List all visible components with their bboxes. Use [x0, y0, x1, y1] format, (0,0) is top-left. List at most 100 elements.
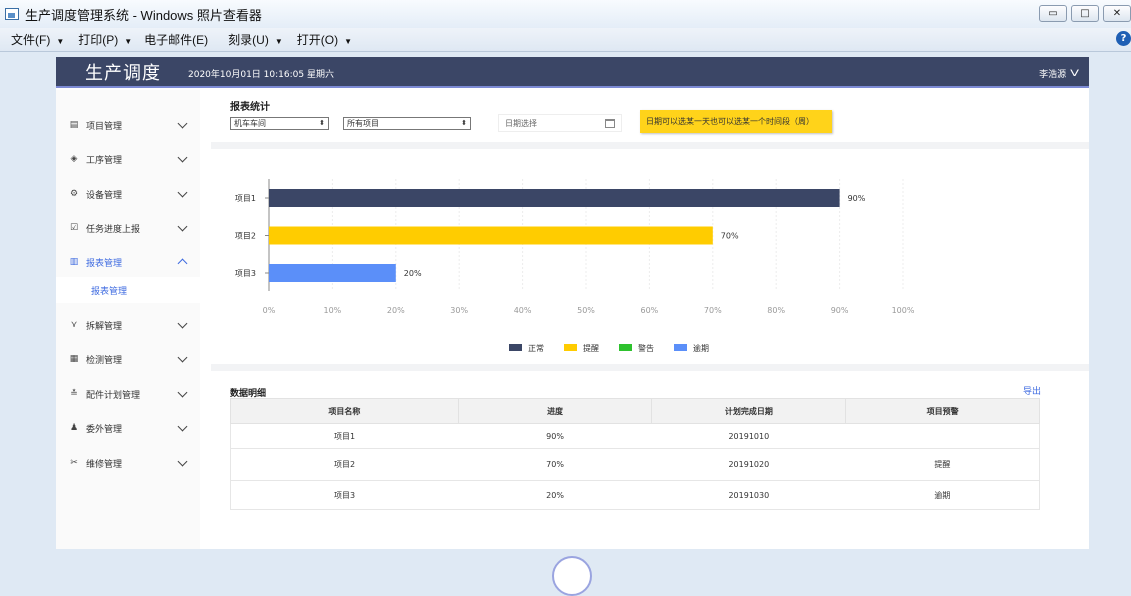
disassemble-icon: ⋎ [70, 320, 78, 330]
clipboard-icon: ☑ [69, 223, 79, 233]
workshop-select[interactable]: 机车车间 ⬍ [230, 117, 329, 130]
sidebar-item-label: 项目管理 [86, 121, 123, 132]
sidebar-item-outsourcing[interactable]: ♟ 委外管理 [56, 416, 200, 440]
chevron-down-icon[interactable] [177, 352, 188, 363]
cell-progress: 20% [458, 480, 652, 510]
slideshow-button[interactable] [552, 556, 592, 596]
x-tick-label: 90% [831, 306, 849, 315]
maximize-button[interactable]: □ [1071, 5, 1099, 22]
bar [269, 264, 396, 282]
chevron-up-icon[interactable] [177, 258, 188, 269]
y-tick-label: 项目1 [235, 194, 256, 203]
close-button[interactable]: ✕ [1103, 5, 1131, 22]
data-label: 90% [848, 194, 866, 203]
chevron-down-icon[interactable] [177, 152, 188, 163]
data-label: 70% [721, 232, 739, 241]
cell-warning: 逾期 [845, 480, 1040, 510]
image-viewport: 生产调度 2020年10月01日 10:16:05 星期六 李浩源 V ▤ 项目… [0, 53, 1131, 563]
main-content: 报表统计 机车车间 ⬍ 所有项目 ⬍ 日期选择 日期可以选某一天也可以选某一个时… [211, 90, 1089, 549]
sidebar-item-progress-report[interactable]: ☑ 任务进度上报 [56, 216, 200, 240]
chevron-down-icon[interactable] [177, 421, 188, 432]
app-screenshot: 生产调度 2020年10月01日 10:16:05 星期六 李浩源 V ▤ 项目… [56, 57, 1089, 549]
sidebar-item-label: 配件计划管理 [86, 390, 141, 401]
cell-progress: 90% [458, 423, 652, 449]
sidebar-item-label: 拆解管理 [86, 321, 123, 332]
chevron-down-icon[interactable] [177, 456, 188, 467]
help-icon[interactable]: ? [1116, 31, 1131, 46]
sidebar-item-label: 委外管理 [86, 424, 123, 435]
chevron-down-icon[interactable] [177, 221, 188, 232]
x-tick-label: 40% [514, 306, 532, 315]
x-tick-label: 20% [387, 306, 405, 315]
filter-panel: 报表统计 机车车间 ⬍ 所有项目 ⬍ 日期选择 日期可以选某一天也可以选某一个时… [211, 90, 1089, 142]
data-table: 项目名称 进度 计划完成日期 项目预警 项目1 90% 20191010 项目2… [230, 398, 1040, 510]
sidebar-item-label: 任务进度上报 [86, 224, 141, 235]
menu-open[interactable]: 打开(O) ▼ [297, 31, 352, 48]
user-menu[interactable]: 李浩源 V [1039, 66, 1079, 81]
legend-swatch [509, 344, 522, 351]
chevron-down-icon[interactable] [177, 387, 188, 398]
col-header: 进度 [457, 398, 653, 424]
person-icon: ♟ [69, 423, 79, 433]
x-tick-label: 60% [641, 306, 659, 315]
export-link[interactable]: 导出 [1023, 384, 1041, 397]
y-tick-label: 项目2 [235, 232, 256, 241]
menu-burn[interactable]: 刻录(U) ▼ [228, 31, 283, 48]
report-title: 报表统计 [230, 102, 270, 113]
sidebar-subitem-reports[interactable]: 报表管理 [56, 277, 200, 303]
col-header: 项目预警 [845, 398, 1040, 424]
legend-label: 提醒 [583, 343, 599, 353]
dropdown-arrow-icon[interactable]: ▼ [56, 37, 64, 46]
sidebar-item-maintenance[interactable]: ✂ 维修管理 [56, 451, 200, 475]
cell-progress: 70% [458, 448, 652, 481]
menu-bar: 文件(F) ▼ 打印(P) ▼ 电子邮件(E) 刻录(U) ▼ 打开(O) ▼ [0, 28, 1131, 52]
list-icon: ▤ [69, 120, 79, 130]
col-header: 计划完成日期 [651, 398, 847, 424]
sidebar-item-process[interactable]: ◈ 工序管理 [56, 147, 200, 171]
x-tick-label: 0% [263, 306, 276, 315]
gear-icon: ⚙ [69, 189, 79, 199]
x-tick-label: 80% [767, 306, 785, 315]
x-tick-label: 50% [577, 306, 595, 315]
sidebar-item-disassembly[interactable]: ⋎ 拆解管理 [56, 313, 200, 337]
sidebar-item-label: 检测管理 [86, 355, 123, 366]
bar [269, 226, 713, 245]
chevron-down-icon[interactable] [177, 118, 188, 129]
window-titlebar: 生产调度管理系统 - Windows 照片查看器 ▭ □ ✕ [0, 0, 1131, 28]
x-tick-label: 10% [324, 306, 342, 315]
cell-date: 20191030 [651, 480, 846, 510]
chevron-down-icon[interactable]: V [1070, 68, 1079, 79]
sidebar-item-project[interactable]: ▤ 项目管理 [56, 113, 200, 137]
sidebar-item-inspection[interactable]: ▦ 检测管理 [56, 347, 200, 371]
calendar-icon[interactable] [605, 119, 615, 128]
minimize-button[interactable]: ▭ [1039, 5, 1067, 22]
sidebar-item-reports[interactable]: ▥ 报表管理 [56, 250, 200, 274]
dropdown-arrow-icon[interactable]: ▼ [275, 37, 283, 46]
dropdown-arrow-icon[interactable]: ▼ [124, 37, 132, 46]
sidebar-subitem-label: 报表管理 [91, 286, 128, 297]
project-select[interactable]: 所有项目 ⬍ [343, 117, 471, 130]
tools-icon: ✂ [70, 458, 78, 468]
cell-name: 项目1 [230, 423, 459, 449]
sidebar-item-parts-plan[interactable]: ≛ 配件计划管理 [56, 382, 200, 406]
legend-label: 逾期 [693, 343, 709, 353]
sidebar-item-label: 工序管理 [86, 155, 123, 166]
sidebar-item-equipment[interactable]: ⚙ 设备管理 [56, 182, 200, 206]
progress-bar-chart: 0% 10% 20% 30% 40% 50% 60% 70% 80% 90% 100% 项目1 90% 项… [235, 179, 915, 353]
cell-date: 20191010 [651, 423, 846, 449]
parts-icon: ≛ [70, 389, 78, 399]
sidebar-item-label: 设备管理 [86, 190, 123, 201]
app-logo: 生产调度 [85, 62, 161, 84]
menu-print[interactable]: 打印(P) ▼ [78, 31, 132, 48]
dropdown-arrow-icon[interactable]: ▼ [344, 37, 352, 46]
chevron-down-icon[interactable] [177, 318, 188, 329]
table-panel: 数据明细 导出 项目名称 进度 计划完成日期 项目预警 项目1 90% 2019… [211, 371, 1089, 549]
legend-swatch [564, 344, 577, 351]
chevron-down-icon[interactable] [177, 187, 188, 198]
date-placeholder: 日期选择 [505, 118, 537, 128]
menu-email[interactable]: 电子邮件(E) [144, 31, 214, 48]
date-picker[interactable]: 日期选择 [498, 114, 622, 132]
layers-icon: ◈ [70, 154, 78, 164]
menu-file[interactable]: 文件(F) ▼ [11, 31, 64, 48]
col-header: 项目名称 [230, 398, 459, 424]
